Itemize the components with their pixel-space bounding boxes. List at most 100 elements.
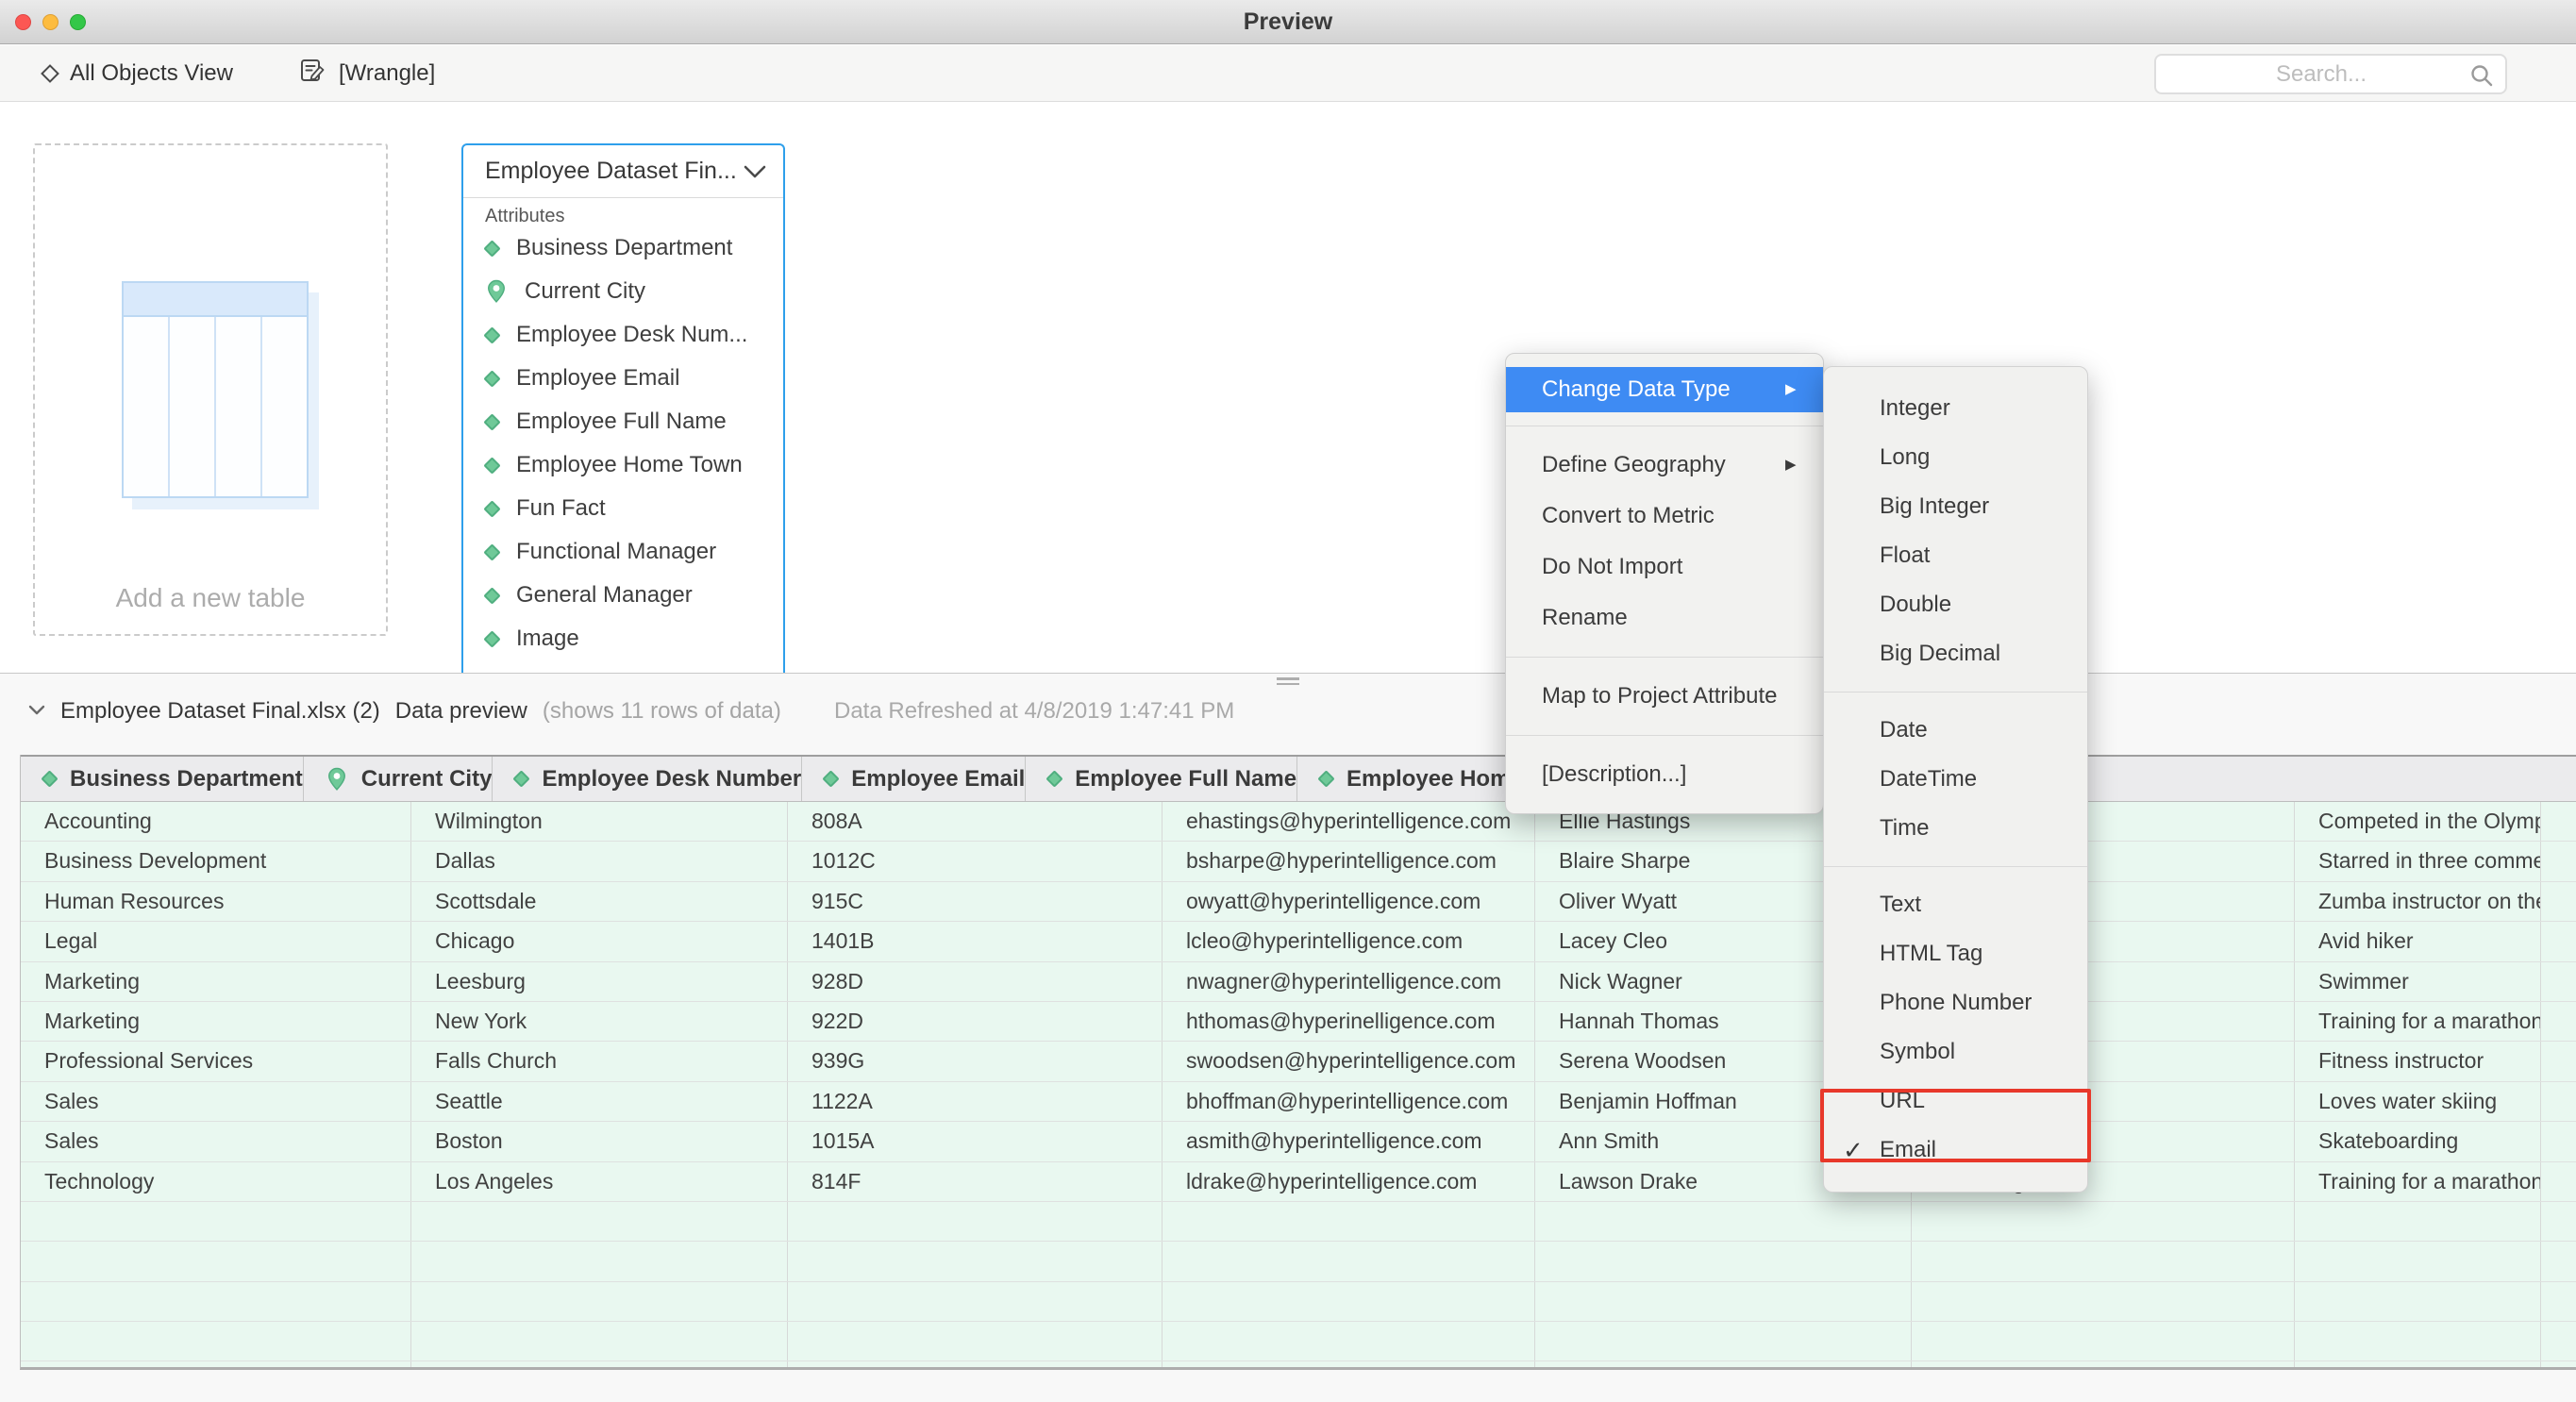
attribute-item[interactable]: Employee Desk Num...: [463, 313, 783, 357]
cell-home-town: [1912, 1242, 2295, 1280]
context-menu: Change Data Type ▶ Define Geography ▶ Co…: [1505, 353, 1824, 814]
cell-extra: [2541, 1361, 2576, 1370]
menu-item-define-geography[interactable]: Define Geography ▶: [1506, 440, 1823, 491]
cell-full-name: [1535, 1361, 1912, 1370]
cell-fun-fact: Swimmer: [2295, 962, 2541, 1001]
attribute-item[interactable]: General Manager: [463, 574, 783, 617]
cell-home-town: [1912, 1282, 2295, 1321]
attribute-item[interactable]: Employee Home Town: [463, 443, 783, 487]
email-selection-highlight-box: [1820, 1089, 2091, 1162]
submenu-item-big-decimal[interactable]: Big Decimal: [1824, 629, 2087, 678]
submenu-arrow-icon: ▶: [1785, 367, 1823, 412]
all-objects-view-button[interactable]: All Objects View: [43, 45, 233, 102]
submenu-item-long[interactable]: Long: [1824, 433, 2087, 482]
cell-fun-fact: Training for a marathon: [2295, 1002, 2541, 1041]
cell-home-town: [1912, 1202, 2295, 1241]
cell-home-town: [1912, 1322, 2295, 1360]
cell-business-department: Technology: [21, 1162, 411, 1201]
column-header[interactable]: Business Department: [21, 757, 304, 801]
cell-extra: [2541, 802, 2576, 841]
submenu-item-symbol[interactable]: Symbol: [1824, 1027, 2087, 1077]
search-input[interactable]: [2166, 56, 2477, 92]
wrangle-button[interactable]: [Wrangle]: [300, 45, 435, 102]
dataset-title: Employee Dataset Fin...: [485, 158, 744, 185]
attribute-diamond-icon: [513, 770, 530, 787]
menu-divider: [1506, 657, 1823, 658]
menu-item-rename[interactable]: Rename: [1506, 593, 1823, 643]
cell-business-department: Human Resources: [21, 882, 411, 921]
attribute-item[interactable]: Employee Full Name: [463, 400, 783, 443]
cell-fun-fact: Zumba instructor on the w: [2295, 882, 2541, 921]
cell-desk-number: 939G: [788, 1042, 1163, 1080]
cell-extra: [2541, 882, 2576, 921]
cell-business-department: [21, 1322, 411, 1360]
menu-item-convert-to-metric[interactable]: Convert to Metric: [1506, 491, 1823, 542]
attribute-item[interactable]: Business Department: [463, 226, 783, 270]
chevron-down-icon: [744, 158, 766, 185]
attribute-item[interactable]: Current City: [463, 270, 783, 313]
cell-desk-number: 808A: [788, 802, 1163, 841]
toolbar: All Objects View [Wrangle]: [0, 45, 2576, 102]
cell-desk-number: 1015A: [788, 1122, 1163, 1160]
cell-current-city: Scottsdale: [411, 882, 788, 921]
menu-item-change-data-type[interactable]: Change Data Type ▶: [1506, 367, 1823, 412]
table-row: [21, 1202, 2576, 1242]
table-row: Business Development Dallas 1012C bsharp…: [21, 842, 2576, 881]
cell-desk-number: [788, 1282, 1163, 1321]
submenu-item-float[interactable]: Float: [1824, 531, 2087, 580]
dataset-dropdown[interactable]: Employee Dataset Fin...: [463, 145, 783, 198]
column-header[interactable]: Employee Desk Number: [493, 757, 802, 801]
rows-note: (shows 11 rows of data): [543, 698, 781, 725]
cell-extra: [2541, 1122, 2576, 1160]
cell-current-city: [411, 1361, 788, 1370]
column-header-label: Current City: [361, 766, 493, 793]
attribute-label: Business Department: [516, 235, 732, 261]
cell-business-department: Accounting: [21, 802, 411, 841]
splitter-drag-handle[interactable]: [1277, 677, 1299, 685]
submenu-item-html-tag[interactable]: HTML Tag: [1824, 929, 2087, 978]
add-table-label: Add a new table: [35, 583, 386, 613]
column-header[interactable]: Current City: [304, 757, 493, 801]
menu-item-map-to-project-attribute[interactable]: Map to Project Attribute: [1506, 671, 1823, 722]
attribute-item[interactable]: Employee Email: [463, 357, 783, 400]
geo-pin-icon: [486, 279, 507, 304]
table-row: Accounting Wilmington 808A ehastings@hyp…: [21, 802, 2576, 842]
menu-item-description[interactable]: [Description...]: [1506, 749, 1823, 800]
table-row: Marketing Leesburg 928D nwagner@hyperint…: [21, 962, 2576, 1002]
attribute-diamond-icon: [483, 500, 500, 517]
submenu-item-datetime[interactable]: DateTime: [1824, 755, 2087, 804]
attribute-item[interactable]: Fun Fact: [463, 487, 783, 530]
submenu-item-integer[interactable]: Integer: [1824, 384, 2087, 433]
menu-item-do-not-import[interactable]: Do Not Import: [1506, 542, 1823, 593]
attribute-item[interactable]: [463, 660, 783, 673]
cell-fun-fact: Loves water skiing: [2295, 1082, 2541, 1121]
column-header[interactable]: Employee Email: [802, 757, 1026, 801]
column-header[interactable]: Employee Full Name: [1026, 757, 1297, 801]
submenu-item-phone-number[interactable]: Phone Number: [1824, 978, 2087, 1027]
column-header-label: Employee Desk Number: [542, 766, 801, 793]
attribute-label: Current City: [525, 278, 645, 305]
cell-extra: [2541, 1282, 2576, 1321]
collapse-chevron-icon[interactable]: [28, 703, 45, 720]
cell-email: [1163, 1322, 1535, 1360]
all-objects-view-label: All Objects View: [70, 60, 233, 87]
submenu-item-big-integer[interactable]: Big Integer: [1824, 482, 2087, 531]
tables-canvas: Add a new table Employee Dataset Fin... …: [0, 102, 2576, 673]
submenu-item-date[interactable]: Date: [1824, 706, 2087, 755]
attribute-item[interactable]: Image: [463, 617, 783, 660]
dataset-file-name: Employee Dataset Final.xlsx (2): [60, 698, 380, 725]
submenu-item-time[interactable]: Time: [1824, 804, 2087, 853]
attribute-item[interactable]: Functional Manager: [463, 530, 783, 574]
submenu-item-double[interactable]: Double: [1824, 580, 2087, 629]
submenu-item-text[interactable]: Text: [1824, 880, 2087, 929]
cell-home-town: [1912, 1361, 2295, 1370]
preview-window: Preview All Objects View [Wrangle] Add a…: [0, 0, 2576, 1402]
cell-business-department: Legal: [21, 922, 411, 960]
data-preview-table: Business Department Current City E: [20, 755, 2576, 1370]
cell-business-department: Sales: [21, 1122, 411, 1160]
cell-desk-number: [788, 1322, 1163, 1360]
add-table-dropzone[interactable]: Add a new table: [33, 143, 388, 636]
table-header-row: Business Department Current City E: [21, 755, 2576, 802]
cell-current-city: Dallas: [411, 842, 788, 880]
cell-extra: [2541, 1162, 2576, 1201]
